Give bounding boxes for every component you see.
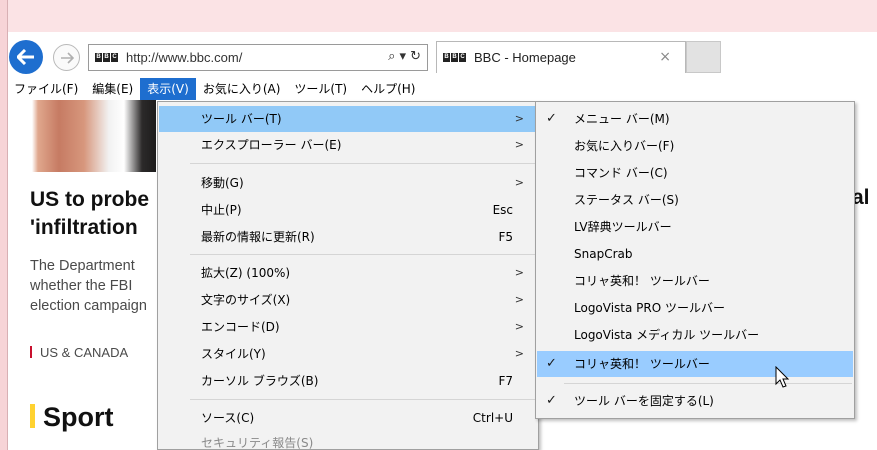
menu-bar: ファイル(F) 編集(E) 表示(V) お気に入り(A) ツール(T) ヘルプ(… <box>7 78 877 100</box>
menu-item-caret-browsing[interactable]: カーソル ブラウズ(B) F7 <box>159 368 537 394</box>
checkmark-icon: ✓ <box>546 393 557 408</box>
tab-bbc-homepage[interactable]: BBC BBC - Homepage × <box>436 41 686 73</box>
menu-file[interactable]: ファイル(F) <box>7 78 85 100</box>
forward-arrow-icon <box>60 51 74 64</box>
checkmark-icon: ✓ <box>546 111 557 126</box>
submenu-arrow-icon: > <box>514 266 524 279</box>
submenu-arrow-icon: > <box>514 293 524 306</box>
menu-item-zoom[interactable]: 拡大(Z) (100%) > <box>159 260 537 286</box>
title-strip <box>8 0 877 32</box>
menu-item-toolbars[interactable]: ツール バー(T) > <box>159 106 537 132</box>
submenu-arrow-icon: > <box>514 176 524 189</box>
menu-item-korya-toolbar-2[interactable]: ✓ コリャ英和！ ツールバー <box>537 351 853 377</box>
bbc-favicon-icon: BBC <box>95 53 118 62</box>
menu-tools[interactable]: ツール(T) <box>287 78 354 100</box>
menu-item-style[interactable]: スタイル(Y) > <box>159 341 537 367</box>
submenu-arrow-icon: > <box>514 112 524 125</box>
submenu-arrow-icon: > <box>514 138 524 151</box>
menu-item-refresh[interactable]: 最新の情報に更新(R) F5 <box>159 224 537 250</box>
menu-favorites[interactable]: お気に入り(A) <box>196 78 288 100</box>
menu-separator <box>190 163 536 164</box>
menu-item-korya-toolbar-1[interactable]: コリャ英和！ ツールバー <box>537 268 853 294</box>
menu-help[interactable]: ヘルプ(H) <box>354 78 422 100</box>
menu-item-logovista-pro-toolbar[interactable]: LogoVista PRO ツールバー <box>537 295 853 321</box>
menu-item-status-bar[interactable]: ステータス バー(S) <box>537 187 853 213</box>
menu-item-source[interactable]: ソース(C) Ctrl+U <box>159 405 537 431</box>
forward-button[interactable] <box>53 44 80 71</box>
menu-item-menu-bar[interactable]: ✓ メニュー バー(M) <box>537 106 853 132</box>
tab-close-icon[interactable]: × <box>659 49 671 65</box>
back-button[interactable] <box>9 40 43 74</box>
url-text[interactable]: http://www.bbc.com/ <box>126 50 242 65</box>
bbc-favicon-icon: BBC <box>443 53 466 62</box>
menu-separator <box>190 254 536 255</box>
menu-item-go-to[interactable]: 移動(G) > <box>159 170 537 196</box>
menu-item-snapcrab[interactable]: SnapCrab <box>537 241 853 267</box>
submenu-arrow-icon: > <box>514 320 524 333</box>
address-bar[interactable]: BBC http://www.bbc.com/ ⌕ ▾ ↻ <box>88 44 428 71</box>
menu-separator <box>564 383 852 384</box>
toolbars-submenu: ✓ メニュー バー(M) お気に入りバー(F) コマンド バー(C) ステータス … <box>535 101 855 419</box>
menu-edit[interactable]: 編集(E) <box>85 78 140 100</box>
section-tag[interactable]: US & CANADA <box>30 345 160 360</box>
menu-item-text-size[interactable]: 文字のサイズ(X) > <box>159 287 537 313</box>
back-arrow-icon <box>17 49 34 65</box>
menu-separator <box>190 399 536 400</box>
menu-item-lv-dictionary-toolbar[interactable]: LV辞典ツールバー <box>537 214 853 240</box>
menu-item-security-report[interactable]: セキュリティ報告(S) <box>159 430 537 450</box>
refresh-icon[interactable]: ↻ <box>410 49 421 64</box>
news-summary: The Department whether the FBI election … <box>30 258 147 314</box>
menu-item-favorites-bar[interactable]: お気に入りバー(F) <box>537 133 853 159</box>
news-photo[interactable] <box>14 100 156 172</box>
tab-title: BBC - Homepage <box>474 50 576 65</box>
new-tab-button[interactable] <box>686 41 721 73</box>
submenu-arrow-icon: > <box>514 347 524 360</box>
menu-item-logovista-medical-toolbar[interactable]: LogoVista メディカル ツールバー <box>537 322 853 348</box>
menu-view[interactable]: 表示(V) <box>140 78 196 100</box>
menu-item-explorer-bars[interactable]: エクスプローラー バー(E) > <box>159 132 537 158</box>
checkmark-icon: ✓ <box>546 356 557 371</box>
menu-item-command-bar[interactable]: コマンド バー(C) <box>537 160 853 186</box>
search-dropdown-icon[interactable]: ⌕ ▾ <box>388 49 406 64</box>
view-menu: ツール バー(T) > エクスプローラー バー(E) > 移動(G) > 中止(P) E… <box>157 101 539 450</box>
sport-heading[interactable]: Sport <box>30 402 114 433</box>
mouse-pointer-icon <box>775 366 790 388</box>
menu-item-encoding[interactable]: エンコード(D) > <box>159 314 537 340</box>
menu-item-lock-toolbars[interactable]: ✓ ツール バーを固定する(L) <box>537 388 853 414</box>
menu-item-stop[interactable]: 中止(P) Esc <box>159 197 537 223</box>
news-headline[interactable]: US to probe 'infiltration <box>30 186 160 242</box>
